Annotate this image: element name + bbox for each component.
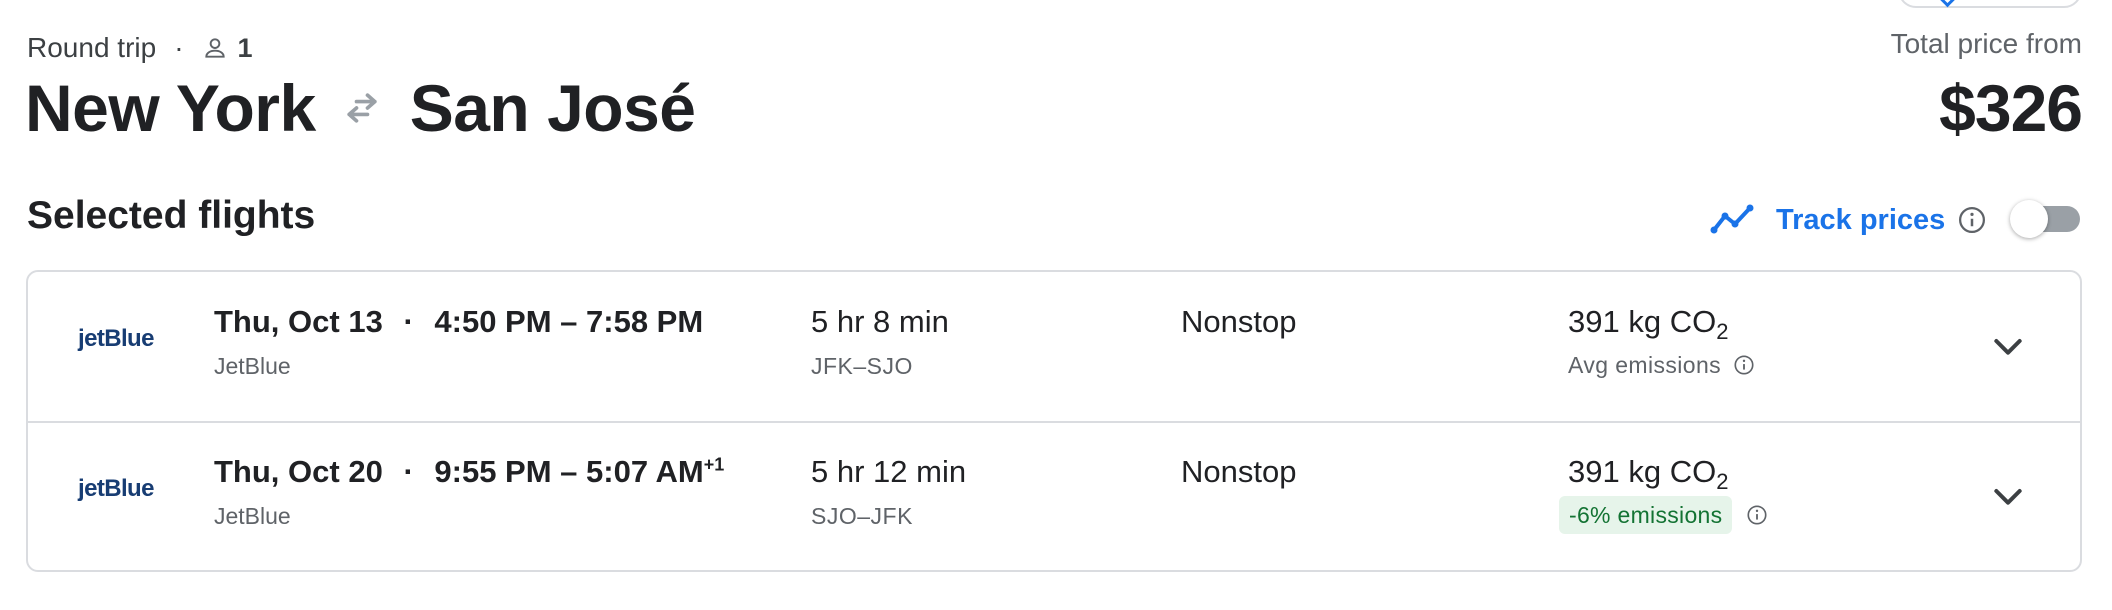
emissions-subscript: 2 (1716, 469, 1729, 495)
emissions-value: 391 kg CO (1568, 304, 1717, 339)
destination-city: San José (409, 71, 696, 145)
trip-summary: Round trip · 1 (27, 28, 253, 68)
airline-name: JetBlue (214, 503, 291, 529)
airline-name: JetBlue (214, 353, 291, 379)
emissions-note: Avg emissions (1568, 350, 1755, 380)
selected-flights-heading: Selected flights (27, 194, 316, 237)
trip-separator: · (174, 32, 184, 63)
flight-date-times: Thu, Oct 20 · 9:55 PM – 5:07 AM+1 (214, 454, 724, 490)
passenger-count: 1 (237, 32, 253, 63)
flight-times: 4:50 PM – 7:58 PM (434, 304, 704, 339)
flight-duration: 5 hr 8 min (811, 304, 949, 339)
flight-row[interactable]: jetBlue Thu, Oct 20 · 9:55 PM – 5:07 AM+… (28, 422, 2080, 571)
airline-logo: jetBlue (78, 325, 154, 352)
flight-duration: 5 hr 12 min (811, 454, 967, 489)
info-icon[interactable] (1746, 504, 1768, 526)
route-title: New York San José (25, 68, 696, 148)
total-price-label: Total price from (1890, 28, 2082, 59)
flight-date: Thu, Oct 13 (214, 304, 383, 339)
track-prices[interactable]: Track prices (1708, 196, 1987, 244)
flight-emissions: 391 kg CO2 (1568, 304, 1728, 343)
flight-row[interactable]: jetBlue Thu, Oct 13 · 4:50 PM – 7:58 PM … (28, 272, 2080, 423)
flight-times: 9:55 PM – 5:07 AM (434, 454, 704, 489)
flight-stops: Nonstop (1181, 454, 1297, 489)
chevron-down-icon[interactable] (1988, 476, 2028, 516)
trend-line-icon (1710, 204, 1754, 234)
info-icon[interactable] (1957, 205, 1987, 235)
flight-airports: JFK–SJO (811, 353, 913, 379)
flight-date-times: Thu, Oct 13 · 4:50 PM – 7:58 PM (214, 304, 703, 340)
emissions-note-text: Avg emissions (1568, 351, 1722, 378)
flight-emissions: 391 kg CO2 (1568, 454, 1728, 493)
trip-type: Round trip (27, 32, 157, 63)
swap-arrows-icon (347, 93, 377, 123)
chevron-down-icon (1939, 0, 1956, 8)
date-separator: · (403, 454, 414, 489)
airline-logo: jetBlue (78, 475, 154, 502)
emissions-value: 391 kg CO (1568, 454, 1717, 489)
date-separator: · (403, 304, 414, 339)
origin-city: New York (25, 71, 316, 145)
toggle-knob[interactable] (2010, 200, 2048, 238)
flight-airports: SJO–JFK (811, 503, 913, 529)
track-prices-toggle[interactable] (2010, 200, 2082, 238)
emissions-badge: -6% emissions (1559, 496, 1733, 534)
total-price-value: $326 (1939, 71, 2083, 145)
emissions-subscript: 2 (1716, 319, 1729, 345)
person-icon (204, 38, 225, 58)
info-icon[interactable] (1733, 354, 1755, 376)
flight-stops: Nonstop (1181, 304, 1297, 339)
day-offset: +1 (703, 454, 725, 475)
emissions-badge-wrap: -6% emissions (1559, 496, 1768, 534)
top-button-partial[interactable] (1898, 0, 2082, 8)
flight-date: Thu, Oct 20 (214, 454, 383, 489)
chevron-down-icon[interactable] (1988, 326, 2028, 366)
track-prices-label[interactable]: Track prices (1776, 204, 1945, 237)
selected-flights-card: jetBlue Thu, Oct 13 · 4:50 PM – 7:58 PM … (26, 270, 2082, 572)
